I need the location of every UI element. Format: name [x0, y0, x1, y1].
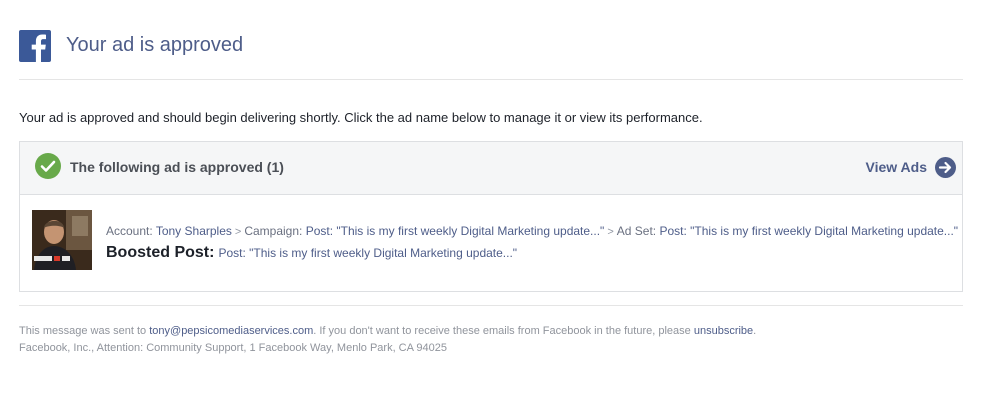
footer-address: Facebook, Inc., Attention: Community Sup… [19, 342, 447, 354]
boosted-post-label: Boosted Post: [106, 244, 215, 261]
footer-sent-to: This message was sent to [19, 325, 147, 337]
card-title: The following ad is approved (1) [70, 159, 284, 175]
facebook-f-icon[interactable] [19, 30, 51, 62]
footer-line-1: This message was sent to tony@pepsicomed… [19, 323, 756, 340]
footer-optout-text: . If you don't want to receive these ema… [313, 325, 691, 337]
footer-period: . [753, 325, 757, 337]
recipient-email-link[interactable]: tony@pepsicomediaservices.com [149, 325, 313, 337]
email-header: Your ad is approved [19, 30, 963, 63]
chevron-right-icon: > [607, 226, 614, 238]
ad-thumbnail-image[interactable] [32, 210, 92, 270]
card-header: The following ad is approved (1) View Ad… [20, 142, 962, 195]
chevron-right-icon: > [234, 226, 242, 238]
intro-text: Your ad is approved and should begin del… [19, 110, 703, 125]
page-title: Your ad is approved [66, 34, 244, 56]
email-footer: This message was sent to tony@pepsicomed… [19, 323, 756, 357]
view-ads-button[interactable]: View Ads [866, 156, 956, 178]
green-check-circle-icon [35, 153, 61, 179]
unsubscribe-link[interactable]: unsubscribe [694, 325, 753, 337]
approved-ads-card: The following ad is approved (1) View Ad… [19, 141, 963, 292]
adset-link[interactable]: Post: "This is my first weekly Digital M… [659, 224, 958, 238]
adset-prefix: Ad Set: [616, 224, 657, 238]
divider [19, 305, 963, 306]
campaign-link[interactable]: Post: "This is my first weekly Digital M… [306, 224, 605, 238]
boosted-post-link[interactable]: Post: "This is my first weekly Digital M… [218, 246, 517, 260]
account-link[interactable]: Tony Sharples [156, 224, 232, 238]
account-prefix: Account: [106, 224, 153, 238]
boosted-post-row: Boosted Post: Post: "This is my first wee… [106, 244, 517, 262]
arrow-right-circle-icon [935, 156, 956, 178]
divider [19, 79, 963, 80]
campaign-prefix: Campaign: [244, 224, 303, 238]
view-ads-label: View Ads [865, 159, 927, 175]
ad-breadcrumb: Account: Tony Sharples > Campaign: Post: "… [106, 224, 958, 238]
